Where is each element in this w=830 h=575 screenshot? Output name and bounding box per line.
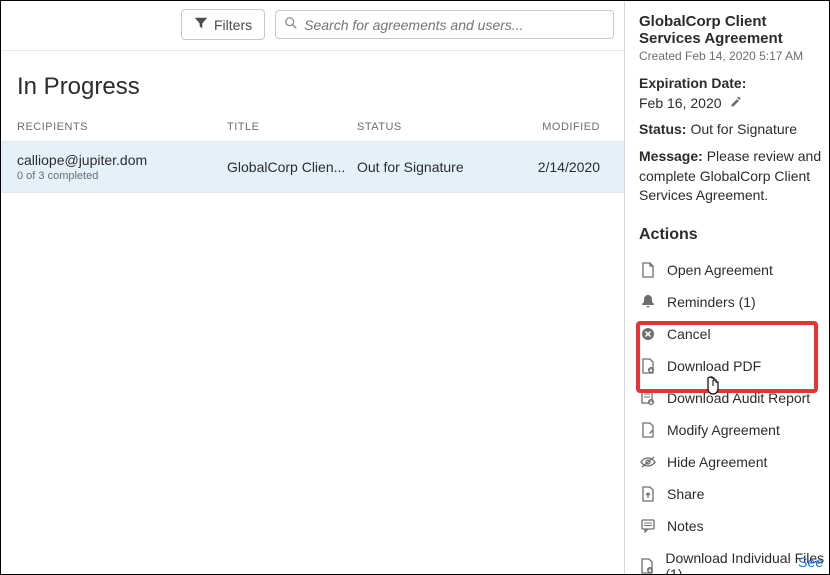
download-audit-icon <box>639 390 657 406</box>
action-label: Download Audit Report <box>667 390 810 406</box>
status-value: Out for Signature <box>690 121 797 137</box>
action-label: Modify Agreement <box>667 422 780 438</box>
action-label: Reminders (1) <box>667 294 756 310</box>
action-reminders[interactable]: Reminders (1) <box>639 286 829 318</box>
expiration-label: Expiration Date: <box>639 75 746 91</box>
action-label: Open Agreement <box>667 262 773 278</box>
status-label: Status: <box>639 121 686 137</box>
action-share[interactable]: Share <box>639 478 829 510</box>
topbar: Filters <box>1 1 624 51</box>
filters-label: Filters <box>214 17 252 33</box>
agreement-title: GlobalCorp Client Services Agreement <box>639 13 829 47</box>
actions-header: Actions <box>639 226 829 244</box>
table-row[interactable]: calliope@jupiter.dom 0 of 3 completed Gl… <box>1 142 624 193</box>
funnel-icon <box>194 16 208 33</box>
message-line: Message: Please review and complete Glob… <box>639 147 829 206</box>
share-icon <box>639 486 657 502</box>
expiration-line: Expiration Date: Feb 16, 2020 <box>639 75 829 111</box>
edit-expiration-icon[interactable] <box>730 95 742 111</box>
col-header-recipients: RECIPIENTS <box>17 121 227 133</box>
action-label: Notes <box>667 518 704 534</box>
action-hide[interactable]: Hide Agreement <box>639 446 829 478</box>
message-label: Message: <box>639 148 703 164</box>
expiration-value: Feb 16, 2020 <box>639 95 722 111</box>
document-icon <box>639 262 657 278</box>
bell-icon <box>639 294 657 310</box>
table-header: RECIPIENTS TITLE STATUS MODIFIED <box>1 113 624 142</box>
status-line: Status: Out for Signature <box>639 121 829 137</box>
row-title: GlobalCorp Clien... <box>227 159 357 175</box>
row-modified: 2/14/2020 <box>527 159 608 175</box>
details-sidebar: GlobalCorp Client Services Agreement Cre… <box>624 1 829 574</box>
col-header-status: STATUS <box>357 121 527 133</box>
see-link[interactable]: See <box>798 554 823 570</box>
main-panel: Filters In Progress RECIPIENTS TITLE STA… <box>1 1 624 574</box>
action-download-audit[interactable]: Download Audit Report <box>639 382 829 414</box>
action-notes[interactable]: Notes <box>639 510 829 542</box>
action-download-pdf[interactable]: Download PDF <box>639 350 829 382</box>
action-label: Share <box>667 486 704 502</box>
notes-icon <box>639 519 657 533</box>
row-status: Out for Signature <box>357 159 527 175</box>
action-label: Download PDF <box>667 358 761 374</box>
col-header-title: TITLE <box>227 121 357 133</box>
filters-button[interactable]: Filters <box>181 9 265 40</box>
created-date: Created Feb 14, 2020 5:17 AM <box>639 49 829 63</box>
download-individual-icon <box>639 558 655 574</box>
cancel-icon <box>639 327 657 341</box>
search-field[interactable] <box>275 10 614 39</box>
col-header-modified: MODIFIED <box>527 121 608 133</box>
action-label: Cancel <box>667 326 711 342</box>
action-label: Hide Agreement <box>667 454 767 470</box>
recipient-progress: 0 of 3 completed <box>17 170 227 182</box>
search-input[interactable] <box>304 17 605 33</box>
download-pdf-icon <box>639 358 657 374</box>
modify-icon <box>639 422 657 438</box>
action-cancel[interactable]: Cancel <box>639 318 829 350</box>
page-title: In Progress <box>1 51 624 113</box>
action-open-agreement[interactable]: Open Agreement <box>639 254 829 286</box>
hide-icon <box>639 456 657 468</box>
search-icon <box>284 16 298 33</box>
action-modify[interactable]: Modify Agreement <box>639 414 829 446</box>
recipient-email: calliope@jupiter.dom <box>17 152 227 168</box>
